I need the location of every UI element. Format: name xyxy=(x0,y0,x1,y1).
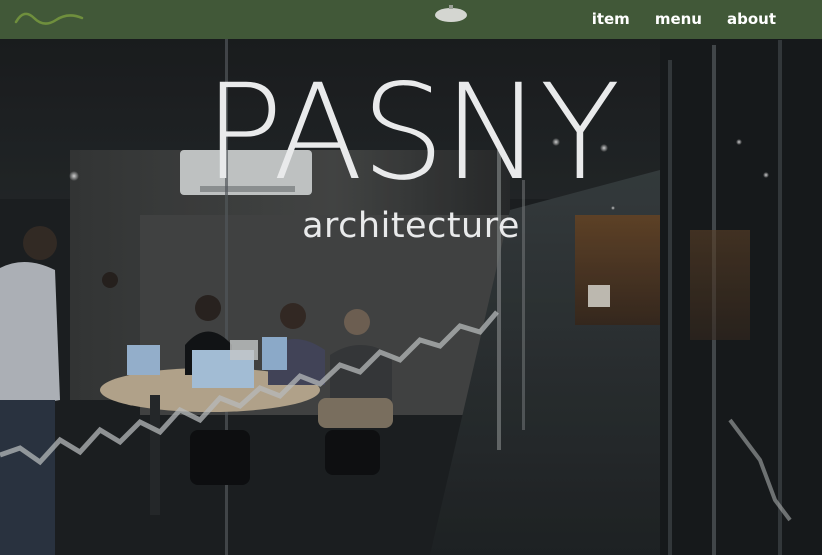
nav-item-about[interactable]: about xyxy=(727,0,776,39)
top-navbar: item menu about xyxy=(0,0,822,39)
nav-item-item[interactable]: item xyxy=(592,0,630,39)
hero-title: PASNY xyxy=(203,56,621,210)
nav-item-menu[interactable]: menu xyxy=(655,0,702,39)
ceiling-lamp-icon xyxy=(435,5,467,22)
wave-logo-icon[interactable] xyxy=(12,6,88,32)
hero-subtitle: architecture xyxy=(302,206,520,246)
landing-page: item menu about PASNY architecture xyxy=(0,0,822,555)
main-nav: item menu about xyxy=(567,0,776,39)
